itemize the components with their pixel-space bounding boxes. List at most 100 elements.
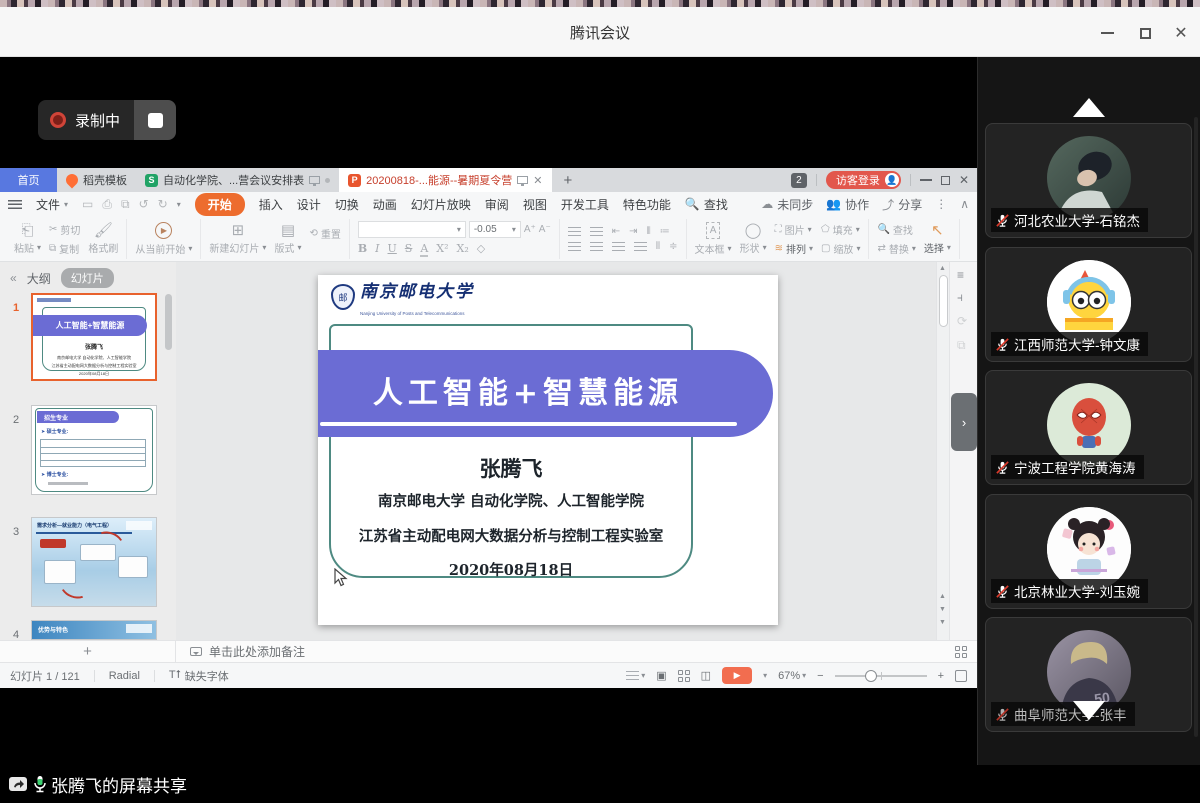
panel-scrollbar[interactable] xyxy=(165,294,172,624)
fit-slide-icon[interactable] xyxy=(955,670,967,682)
play-from-current-button[interactable]: ▶从当前开始▾ xyxy=(135,222,192,256)
reset-button[interactable]: ⟲重置 xyxy=(309,226,340,241)
slide-thumbnail-2[interactable]: 招生专业 ➤ 硕士专业: ➤ 博士专业: xyxy=(31,405,157,495)
find-button[interactable]: 🔍查找 xyxy=(877,222,915,237)
outdent-icon[interactable]: ⇤ xyxy=(612,226,620,237)
share-button[interactable]: ⤴分享 xyxy=(882,196,922,213)
justify-icon[interactable] xyxy=(634,242,647,251)
canvas-scrollbar[interactable]: ▲ ▲ ▼ ▼ xyxy=(936,262,949,640)
print-icon[interactable]: ⎙ xyxy=(102,197,112,212)
tab-presentation-active[interactable]: P 20200818-...能源--暑期夏令营 ✕ xyxy=(339,168,551,192)
participants-scrollbar[interactable] xyxy=(1194,117,1198,737)
ribbon-tab-features[interactable]: 特色功能 xyxy=(623,196,671,213)
zoom-out-icon[interactable]: − xyxy=(817,670,823,682)
participant-tile[interactable]: 北京林业大学-刘玉婉 xyxy=(985,494,1192,609)
scroll-down-icon[interactable]: ▼ xyxy=(939,619,946,626)
layout-button[interactable]: ▤版式▾ xyxy=(274,223,301,255)
indent-icon[interactable]: ⇥ xyxy=(629,226,637,237)
strikethrough-button[interactable]: S xyxy=(405,242,413,257)
file-menu[interactable]: 文件▾ xyxy=(36,196,68,213)
ribbon-tab-design[interactable]: 设计 xyxy=(297,196,321,213)
minimize-button[interactable] xyxy=(1092,23,1122,43)
sync-status[interactable]: ☁未同步 xyxy=(761,196,813,213)
wps-close-button[interactable]: ✕ xyxy=(959,173,969,187)
theme-name[interactable]: Radial xyxy=(109,670,140,682)
line-spacing-icon[interactable]: ≔ xyxy=(660,226,670,237)
shape-button[interactable]: ◯形状▾ xyxy=(740,223,767,255)
align-right-icon[interactable] xyxy=(612,242,625,251)
ribbon-tab-start[interactable]: 开始 xyxy=(195,193,245,216)
copy-button[interactable]: ⧉复制 xyxy=(49,241,80,256)
wps-restore-button[interactable] xyxy=(941,176,950,185)
align-center-icon[interactable] xyxy=(590,242,603,251)
ribbon-tab-slideshow[interactable]: 幻灯片放映 xyxy=(411,196,471,213)
zoom-slider[interactable] xyxy=(835,670,927,682)
tab-docer[interactable]: 稻壳模板 xyxy=(57,168,136,192)
picture-button[interactable]: ⛶图片▾ xyxy=(775,222,813,237)
zoom-slides-button[interactable]: ▢缩放▾ xyxy=(821,241,860,256)
expand-drawer-button[interactable]: › xyxy=(951,393,977,451)
chevron-down-icon[interactable]: ▾ xyxy=(177,200,181,209)
cut-button[interactable]: ✂剪切 xyxy=(49,222,80,237)
play-options-icon[interactable]: ▾ xyxy=(763,671,767,680)
ribbon-tab-devtools[interactable]: 开发工具 xyxy=(561,196,609,213)
ribbon-tab-view[interactable]: 视图 xyxy=(523,196,547,213)
numbering-more-icon[interactable]: ≑ xyxy=(669,241,677,252)
notes-input[interactable]: 单击此处添加备注 xyxy=(176,643,305,660)
slide-sorter-icon[interactable] xyxy=(678,670,690,682)
columns-icon[interactable]: ⦀ xyxy=(656,241,660,252)
tune-icon[interactable]: ⫞ xyxy=(957,290,963,305)
next-slide-icon[interactable]: ▼ xyxy=(939,606,946,613)
preview-icon[interactable]: ⧉ xyxy=(121,197,130,212)
arrange-button[interactable]: ≋排列▾ xyxy=(775,241,813,256)
tab-outline[interactable]: 大纲 xyxy=(27,270,51,287)
zoom-level[interactable]: 67%▾ xyxy=(778,670,806,682)
tab-slides[interactable]: 幻灯片 xyxy=(61,268,114,288)
undo-icon[interactable]: ↺ xyxy=(139,197,149,211)
scroll-up-icon[interactable]: ▲ xyxy=(939,265,946,272)
paste-button[interactable]: ⎗粘贴▾ xyxy=(14,223,41,255)
save-icon[interactable]: ▭ xyxy=(82,197,93,211)
find-menu[interactable]: 🔍查找 xyxy=(685,196,728,213)
collapse-panel-icon[interactable]: « xyxy=(10,271,17,285)
bold-button[interactable]: B xyxy=(358,242,367,257)
selection-pane-icon[interactable]: ⧉ xyxy=(957,338,966,353)
stop-recording-button[interactable] xyxy=(134,100,176,140)
reading-view-icon[interactable]: ◫ xyxy=(701,669,711,682)
grow-font-button[interactable]: A⁺ xyxy=(524,224,536,235)
current-slide[interactable]: 邮 南京邮电大学 Nanjing University of Posts and… xyxy=(318,275,778,625)
participant-tile[interactable]: 宁波工程学院黄海涛 xyxy=(985,370,1192,485)
format-painter-button[interactable]: 🖌格式刷 xyxy=(88,223,118,255)
zoom-slider-knob[interactable] xyxy=(865,670,877,682)
numbered-list-icon[interactable] xyxy=(590,227,603,236)
new-slide-button[interactable]: ⊞新建幻灯片▾ xyxy=(209,223,266,255)
slideshow-play-button[interactable]: ▶ xyxy=(722,667,752,684)
tab-spreadsheet[interactable]: S 自动化学院、...营会议安排表 xyxy=(136,168,339,192)
scrollbar-thumb[interactable] xyxy=(939,275,948,327)
panes-grid-icon[interactable] xyxy=(955,646,977,658)
ribbon-tab-transition[interactable]: 切换 xyxy=(335,196,359,213)
replace-button[interactable]: ⇄替换▾ xyxy=(877,241,915,256)
maximize-button[interactable] xyxy=(1130,23,1160,43)
redo-icon[interactable]: ↻ xyxy=(158,197,168,211)
select-button[interactable]: ↖选择▾ xyxy=(924,223,951,255)
underline-button[interactable]: U xyxy=(388,242,397,257)
italic-button[interactable]: I xyxy=(375,242,379,257)
close-button[interactable]: ✕ xyxy=(1166,23,1196,43)
more-menu-icon[interactable]: ⋮ xyxy=(935,197,947,211)
animation-pane-icon[interactable]: ⟳ xyxy=(957,314,967,328)
ribbon-tab-insert[interactable]: 插入 xyxy=(259,196,283,213)
participants-scroll-down-arrow[interactable] xyxy=(1073,701,1105,720)
participant-tile[interactable]: 河北农业大学-石铭杰 xyxy=(985,123,1192,238)
font-family-combo[interactable]: ▾ xyxy=(358,221,466,238)
slide-thumbnail-3[interactable]: 需求分析—就业能力（电气工程） xyxy=(31,517,157,607)
ribbon-tab-animation[interactable]: 动画 xyxy=(373,196,397,213)
font-color-button[interactable]: A xyxy=(420,242,428,257)
participant-tile[interactable]: 江西师范大学-钟文康 xyxy=(985,247,1192,362)
subscript-button[interactable]: X₂ xyxy=(457,242,469,257)
clear-format-icon[interactable]: ◇ xyxy=(477,242,485,257)
textbox-button[interactable]: A文本框▾ xyxy=(695,222,732,256)
add-slide-button[interactable]: + xyxy=(0,641,176,662)
bullet-list-icon[interactable] xyxy=(568,227,581,236)
properties-icon[interactable]: ≡ xyxy=(957,268,964,282)
